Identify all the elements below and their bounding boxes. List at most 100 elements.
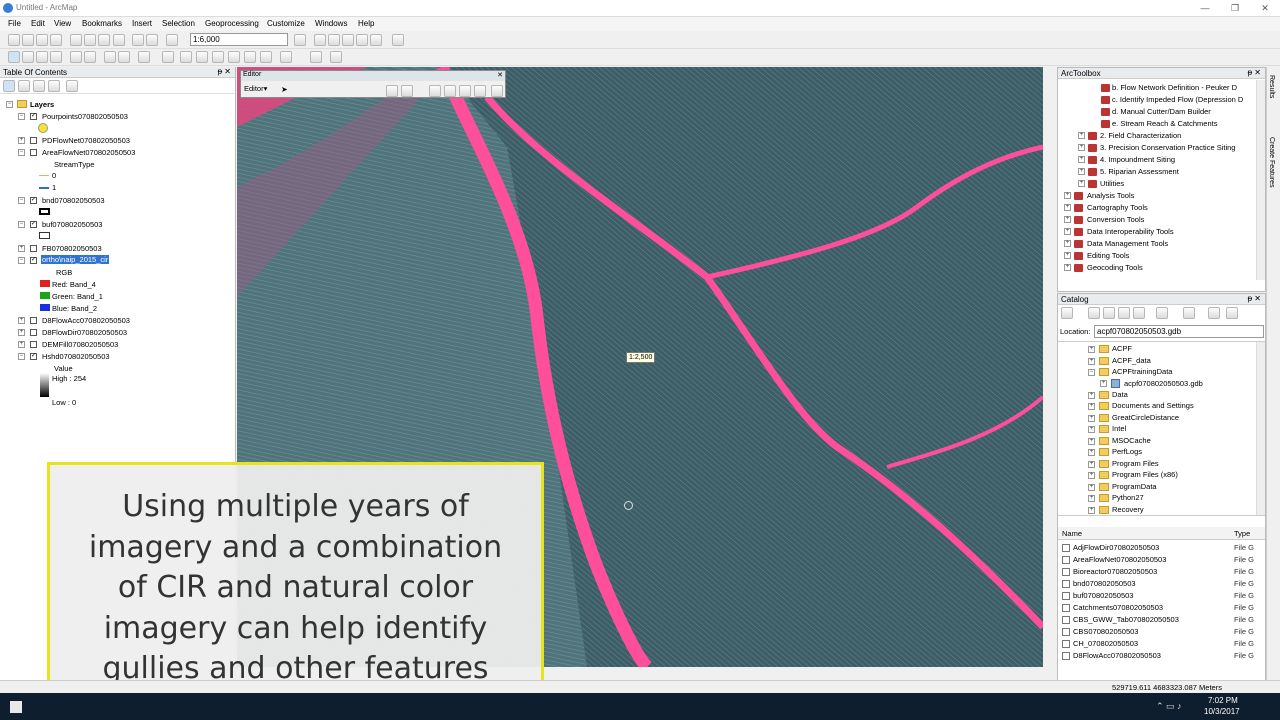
toolbox-item[interactable]: Geocoding Tools [1087, 263, 1143, 272]
layer-pdflownet[interactable]: PDFlowNet070802050503 [42, 136, 130, 145]
expand-icon[interactable]: + [1078, 144, 1085, 151]
map-scale-select[interactable]: 1:6,000 [190, 33, 288, 46]
layer-checkbox[interactable]: ✓ [30, 353, 37, 360]
full-extent-icon[interactable] [50, 51, 62, 63]
pan-icon[interactable] [36, 51, 48, 63]
toc-window-icon[interactable] [314, 34, 326, 46]
expand-icon[interactable]: + [1064, 252, 1071, 259]
close-icon[interactable]: ᵽ ✕ [1248, 68, 1261, 77]
expand-icon[interactable]: + [1088, 472, 1095, 479]
collapse-icon[interactable]: − [6, 101, 13, 108]
edit-tool-icon[interactable]: ➤ [281, 85, 288, 94]
layer-d8flowacc[interactable]: D8FlowAcc070802050503 [42, 316, 130, 325]
sketch-properties-icon[interactable] [474, 85, 486, 97]
collapse-icon[interactable]: − [18, 197, 25, 204]
menu-edit[interactable]: Edit [31, 19, 45, 28]
menu-help[interactable]: Help [358, 19, 374, 28]
menu-insert[interactable]: Insert [132, 19, 152, 28]
tree-item[interactable]: ProgramData [1112, 482, 1157, 491]
tree-item[interactable]: MSOCache [1112, 436, 1151, 445]
paste-icon[interactable] [98, 34, 110, 46]
column-type[interactable]: Type [1234, 529, 1250, 538]
tool-item[interactable]: e. Stream Reach & Catchments [1112, 119, 1217, 128]
cut-icon[interactable] [70, 34, 82, 46]
identify-icon[interactable] [196, 51, 208, 63]
delete-icon[interactable] [113, 34, 125, 46]
layer-checkbox[interactable]: ✓ [30, 113, 37, 120]
collapse-icon[interactable]: − [18, 221, 25, 228]
vertical-scrollbar[interactable] [1256, 342, 1265, 515]
views-icon[interactable] [1156, 307, 1168, 319]
expand-icon[interactable]: + [1100, 380, 1107, 387]
toolbox-item[interactable]: Conversion Tools [1087, 215, 1144, 224]
expand-icon[interactable]: + [1088, 346, 1095, 353]
toolbox-item[interactable]: Data Management Tools [1087, 239, 1168, 248]
tree-item[interactable]: PerfLogs [1112, 447, 1142, 456]
select-elements-icon[interactable] [180, 51, 192, 63]
collapse-icon[interactable]: − [18, 149, 25, 156]
expand-icon[interactable]: + [18, 137, 25, 144]
vertical-scrollbar[interactable] [1256, 80, 1265, 280]
layer-pourpoints[interactable]: Pourpoints070802050503 [42, 112, 128, 121]
expand-icon[interactable]: + [1088, 507, 1095, 514]
up-one-level-icon[interactable] [1088, 307, 1100, 319]
model-builder-icon[interactable] [392, 34, 404, 46]
windows-start-icon[interactable] [10, 701, 22, 713]
expand-icon[interactable]: + [1078, 168, 1085, 175]
close-icon[interactable]: ✕ [497, 71, 503, 79]
forward-extent-icon[interactable] [118, 51, 130, 63]
tree-item[interactable]: ACPF_data [1112, 356, 1151, 365]
collapse-icon[interactable]: − [18, 113, 25, 120]
home-folder-icon[interactable] [1103, 307, 1115, 319]
redo-icon[interactable] [146, 34, 158, 46]
toolbox-item[interactable]: Editing Tools [1087, 251, 1129, 260]
tray-icons[interactable]: ⌃ ▭ ♪ [1156, 701, 1182, 712]
zoom-in-icon[interactable] [8, 51, 20, 63]
list-item[interactable]: Bioreactor070802050503 [1073, 567, 1157, 576]
toolset-item[interactable]: Utilities [1100, 179, 1124, 188]
tree-item[interactable]: Python27 [1112, 493, 1144, 502]
toolbox-item[interactable]: Cartography Tools [1087, 203, 1148, 212]
list-item[interactable]: CH_070802050503 [1073, 639, 1138, 648]
maximize-button[interactable]: ❐ [1220, 0, 1250, 17]
menu-view[interactable]: View [54, 19, 71, 28]
hyperlink-icon[interactable] [228, 51, 240, 63]
expand-icon[interactable]: + [1088, 484, 1095, 491]
expand-icon[interactable]: + [18, 329, 25, 336]
expand-icon[interactable]: + [1064, 216, 1071, 223]
location-input[interactable]: acpf070802050503.gdb [1094, 325, 1264, 338]
clear-selection-icon[interactable] [162, 51, 174, 63]
tree-item[interactable]: Program Files [1112, 459, 1159, 468]
toolset-item[interactable]: 3. Precision Conservation Practice Sitin… [1100, 143, 1235, 152]
layer-fb[interactable]: FB070802050503 [42, 244, 102, 253]
column-name[interactable]: Name [1062, 529, 1082, 538]
menu-bookmarks[interactable]: Bookmarks [82, 19, 122, 28]
collapse-icon[interactable]: − [18, 353, 25, 360]
python-window-icon[interactable] [370, 34, 382, 46]
expand-icon[interactable]: + [1088, 449, 1095, 456]
tree-item[interactable]: ACPF [1112, 344, 1132, 353]
menu-file[interactable]: File [8, 19, 21, 28]
layer-areaflownet[interactable]: AreaFlowNet070802050503 [42, 148, 135, 157]
layer-checkbox[interactable] [30, 137, 37, 144]
layer-demfill[interactable]: DEMFill070802050503 [42, 340, 118, 349]
html-popup-icon[interactable] [260, 51, 272, 63]
toolset-item[interactable]: 4. Impoundment Siting [1100, 155, 1175, 164]
search-window-icon[interactable] [342, 34, 354, 46]
back-extent-icon[interactable] [104, 51, 116, 63]
menu-customize[interactable]: Customize [267, 19, 305, 28]
menu-geoprocessing[interactable]: Geoprocessing [205, 19, 259, 28]
toolbox-item[interactable]: Analysis Tools [1087, 191, 1134, 200]
layer-checkbox[interactable] [30, 341, 37, 348]
results-tab[interactable]: Results [1268, 75, 1275, 98]
tool-item[interactable]: b. Flow Network Definition - Peuker D [1112, 83, 1237, 92]
fixed-zoom-out-icon[interactable] [84, 51, 96, 63]
undo-icon[interactable] [132, 34, 144, 46]
tree-item[interactable]: Program Files (x86) [1112, 470, 1178, 479]
expand-icon[interactable]: + [1088, 403, 1095, 410]
connect-folder-icon[interactable] [1118, 307, 1130, 319]
connect-icon[interactable] [1208, 307, 1220, 319]
copy-icon[interactable] [84, 34, 96, 46]
close-icon[interactable]: ᵽ ✕ [218, 67, 231, 76]
tree-item[interactable]: Intel [1112, 424, 1126, 433]
